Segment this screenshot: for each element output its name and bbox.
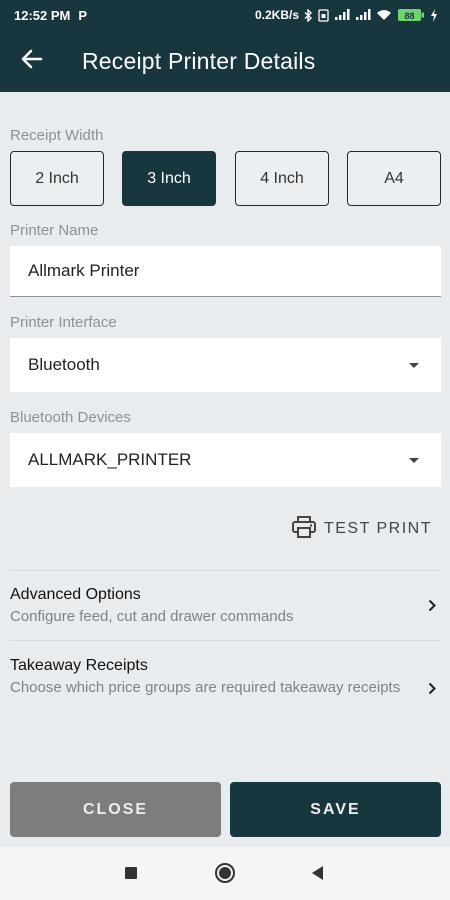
chevron-right-icon: [428, 599, 436, 617]
page-title: Receipt Printer Details: [82, 47, 316, 74]
printer-interface-value: Bluetooth: [28, 355, 100, 374]
advanced-options-description: Configure feed, cut and drawer commands: [10, 608, 294, 625]
dropdown-arrow-icon: [409, 457, 419, 463]
test-print-button[interactable]: TEST PRINT: [291, 515, 432, 543]
printer-interface-select[interactable]: Bluetooth: [10, 338, 441, 392]
test-print-label: TEST PRINT: [323, 520, 432, 537]
back-nav-icon[interactable]: [310, 865, 324, 881]
app-bar: Receipt Printer Details: [0, 30, 450, 92]
home-icon[interactable]: [214, 862, 236, 884]
carrier-icon: P: [78, 7, 88, 23]
wifi-icon: [376, 9, 392, 21]
signal-icon-2: [355, 9, 371, 21]
advanced-options-row[interactable]: Advanced Options Configure feed, cut and…: [0, 571, 450, 640]
bluetooth-devices-label: Bluetooth Devices: [10, 409, 131, 426]
svg-text:88: 88: [404, 11, 414, 21]
printer-icon: [291, 515, 316, 543]
back-button[interactable]: [0, 30, 64, 92]
width-option-a4[interactable]: A4: [347, 151, 441, 206]
arrow-left-icon: [21, 49, 43, 74]
sim-icon: [318, 8, 329, 22]
printer-name-label: Printer Name: [10, 222, 99, 239]
width-option-3-inch[interactable]: 3 Inch: [122, 151, 216, 206]
bluetooth-devices-value: ALLMARK_PRINTER: [28, 450, 192, 469]
system-nav-bar: [0, 847, 450, 900]
printer-name-input[interactable]: Allmark Printer: [10, 246, 441, 297]
width-option-2-inch[interactable]: 2 Inch: [10, 151, 104, 206]
signal-icon-1: [334, 9, 350, 21]
status-bar: 12:52 PM P 0.2KB/s 88: [0, 0, 450, 30]
close-button[interactable]: CLOSE: [10, 782, 221, 837]
receipt-width-label: Receipt Width: [10, 127, 104, 144]
recents-icon[interactable]: [124, 866, 138, 880]
width-option-4-inch[interactable]: 4 Inch: [235, 151, 329, 206]
charging-icon: [430, 8, 438, 22]
save-button[interactable]: SAVE: [230, 782, 441, 837]
advanced-options-title: Advanced Options: [10, 586, 141, 603]
chevron-right-icon: [428, 682, 436, 700]
bluetooth-devices-select[interactable]: ALLMARK_PRINTER: [10, 433, 441, 487]
status-time: 12:52 PM: [14, 7, 71, 23]
takeaway-receipts-description: Choose which price groups are required t…: [10, 679, 401, 696]
network-speed: 0.2KB/s: [254, 8, 299, 22]
printer-interface-label: Printer Interface: [10, 314, 117, 331]
battery-icon: 88: [397, 8, 425, 22]
takeaway-receipts-title: Takeaway Receipts: [10, 657, 148, 674]
dropdown-arrow-icon: [409, 362, 419, 368]
takeaway-receipts-row[interactable]: Takeaway Receipts Choose which price gro…: [0, 641, 450, 731]
bluetooth-icon: [304, 8, 313, 22]
